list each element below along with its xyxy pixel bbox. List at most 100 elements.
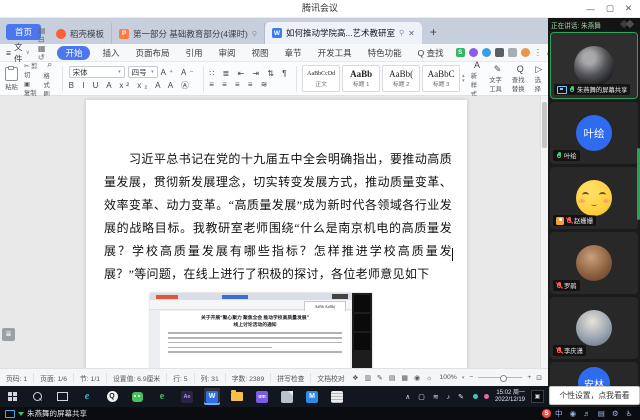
menu-tab-references[interactable]: 引用 [182, 46, 207, 60]
menu-tab-developer[interactable]: 开发工具 [314, 46, 356, 60]
wps-format-toolbar: 粘贴 ✂ 剪切 ▣ 复制 ⌕ 格式刷 宋体▾ 四号▾ A⁺ A⁻ B I U A… [0, 62, 548, 96]
taskbar-wps-word-active[interactable]: W [204, 388, 220, 405]
font-effects-buttons[interactable]: B I U A x² x₂ A A Ⓐ [69, 80, 197, 91]
action-center-icon[interactable]: ▣ [531, 390, 544, 403]
mic-on-icon [556, 152, 562, 160]
minimize-icon[interactable]: — [586, 4, 595, 14]
participant-tile[interactable]: 赵姗姗 [550, 167, 638, 229]
start-button[interactable] [4, 388, 20, 405]
word-count[interactable]: 字数: 2389 [226, 373, 272, 383]
member-purple-icon[interactable] [469, 48, 478, 57]
tray-teal-icon[interactable] [473, 394, 478, 399]
font-name-select[interactable]: 宋体▾ [69, 66, 125, 78]
task-view-button[interactable] [54, 388, 70, 405]
style-heading2[interactable]: AaBb( 标题 2 [382, 65, 420, 92]
participant-tile[interactable]: 叶绘 叶绘 [550, 102, 638, 164]
scrollbar-thumb[interactable] [542, 102, 547, 148]
paste-button[interactable]: 粘贴 [5, 67, 18, 91]
new-style-button[interactable]: A 新样式 [471, 60, 484, 98]
member-gray-icon[interactable] [508, 48, 517, 57]
close-icon[interactable]: ✕ [625, 3, 632, 14]
pin-icon[interactable]: ⚲ [252, 30, 257, 38]
system-tray: ∧ ▢ ≋ ♪ ✎ 15:02 周一 2022/12/19 ▣ [405, 390, 544, 404]
style-heading1[interactable]: AaBb 标题 1 [342, 65, 380, 92]
more-options-icon[interactable]: ⋮ [534, 47, 543, 58]
tray-penguin-icon[interactable] [484, 394, 489, 399]
taskbar-blue-m-app[interactable]: M [304, 388, 320, 405]
menu-right-icons: S ⋮ ∧ [456, 47, 552, 58]
view-mode-buttons[interactable]: ❖ ▥ ✎ ▤ ▦ ◉ ☼ [352, 374, 434, 382]
taskbar-after-effects[interactable]: Ae [179, 388, 195, 405]
menu-tab-start[interactable]: 开始 [57, 46, 90, 60]
zoom-slider-knob[interactable] [500, 375, 507, 382]
member-orange-icon[interactable] [521, 48, 530, 57]
pin-icon[interactable]: ⚲ [399, 29, 404, 37]
document-proofing-toggle[interactable]: 文档校对 [311, 373, 350, 383]
style-heading3[interactable]: AaBbC 标题 3 [422, 65, 460, 92]
member-blue-icon[interactable] [482, 48, 491, 57]
menu-tab-review[interactable]: 审阅 [215, 46, 240, 60]
member-dark-icon[interactable] [495, 48, 504, 57]
menu-tab-page-layout[interactable]: 页面布局 [131, 46, 173, 60]
wechat-icon [132, 392, 143, 402]
zoom-in-button[interactable]: + [527, 374, 531, 381]
menu-tab-special-features[interactable]: 特色功能 [364, 46, 406, 60]
zoom-slider[interactable] [478, 377, 522, 378]
fit-page-button[interactable]: ⊡ [536, 374, 542, 382]
copy-button[interactable]: ▣ 复制 [24, 81, 37, 97]
tab-docer-template[interactable]: 稻壳模板 [49, 23, 112, 44]
text-tools-button[interactable]: ✎ 文字工具 [489, 64, 506, 93]
format-painter-button[interactable]: ⌕ 格式刷 [43, 59, 56, 98]
sogou-logo-icon[interactable]: S [542, 409, 551, 418]
taskbar-green-browser[interactable]: e [154, 388, 170, 405]
taskbar-notes-app[interactable] [329, 388, 345, 405]
font-size-buttons[interactable]: A⁺ A⁻ [161, 68, 197, 77]
select-button[interactable]: ▷ 选择 [535, 64, 543, 93]
font-size-select[interactable]: 四号▾ [128, 66, 158, 78]
tray-icons[interactable]: ∧ ▢ ≋ ♪ ✎ [405, 393, 467, 401]
tab-ppt-document[interactable]: P 第一部分 基础教育部分(4课时) ⚲ [112, 23, 265, 44]
task-view-icon [57, 392, 68, 401]
participant-tile[interactable]: 罗鹃 [550, 232, 638, 294]
new-style-icon: A [474, 60, 480, 70]
avatar [576, 310, 612, 346]
menu-search[interactable]: Q 查找 [414, 46, 448, 60]
menu-tab-view[interactable]: 视图 [248, 46, 273, 60]
outline-pane-toggle[interactable]: ≣ [2, 328, 15, 341]
participant-tile-screen-share[interactable]: 朱燕舞的屏幕共享 [550, 32, 638, 99]
menu-tab-section[interactable]: 章节 [281, 46, 306, 60]
cut-button[interactable]: ✂ 剪切 [24, 61, 37, 79]
participant-tile[interactable]: 李庆潇 [550, 297, 638, 359]
taskbar-qq[interactable]: Q [104, 388, 120, 405]
taskbar-file-explorer[interactable] [229, 388, 245, 405]
taskbar-search-button[interactable] [29, 388, 45, 405]
tab-home[interactable]: 首页 [6, 24, 41, 40]
taskbar-gray-app[interactable] [279, 388, 295, 405]
taskbar-edge[interactable]: e [79, 388, 95, 405]
taskbar-wechat[interactable] [129, 388, 145, 405]
ime-toolbar-icons[interactable]: 中 ◉ ♬ ▤ ⚙ ♿ [555, 408, 635, 419]
wps-member-icon[interactable]: S [456, 48, 465, 57]
column-info: 列: 31 [195, 373, 226, 383]
zoom-level[interactable]: 100% [439, 374, 456, 381]
new-tab-button[interactable]: + [430, 25, 437, 39]
taskbar-clock[interactable]: 15:02 周一 2022/12/19 [495, 390, 525, 404]
style-normal[interactable]: AaBbCcDd 正文 [302, 65, 340, 92]
maximize-icon[interactable]: ▢ [606, 3, 614, 14]
spell-check-toggle[interactable]: 拼写检查 [271, 373, 311, 383]
gallery-scroll-arrows[interactable]: ▴ ▾ [462, 74, 465, 84]
purple-app-icon: om [256, 391, 268, 403]
find-replace-button[interactable]: Q 查找替换 [512, 64, 529, 93]
participant-label: 朱燕舞的屏幕共享 [554, 84, 630, 95]
close-tab-icon[interactable]: ✕ [408, 29, 415, 38]
list-indent-buttons[interactable]: ∷ ≣ ⇤ ⇥ ⇅ ¶ [209, 69, 289, 78]
taskbar-purple-app[interactable]: om [254, 388, 270, 405]
styles-gallery: AaBbCcDd 正文 AaBb 标题 1 AaBb( 标题 2 AaBbC 标… [302, 65, 465, 92]
tab-word-document-active[interactable]: W 如何推动学院高...艺术教研室 ⚲ ✕ [265, 22, 422, 44]
alignment-buttons[interactable]: ≡ ≡ ≡ ≡ ≋ [209, 80, 289, 89]
zoom-out-button[interactable]: − [469, 374, 473, 381]
document-page[interactable]: 习近平总书记在党的十九届五中全会明确指出，要推动高质量发展，贯彻新发展理念，切实… [86, 100, 467, 368]
menu-tab-insert[interactable]: 插入 [98, 46, 123, 60]
position-info: 设置值: 6.9厘米 [107, 373, 167, 383]
divider [62, 66, 63, 92]
